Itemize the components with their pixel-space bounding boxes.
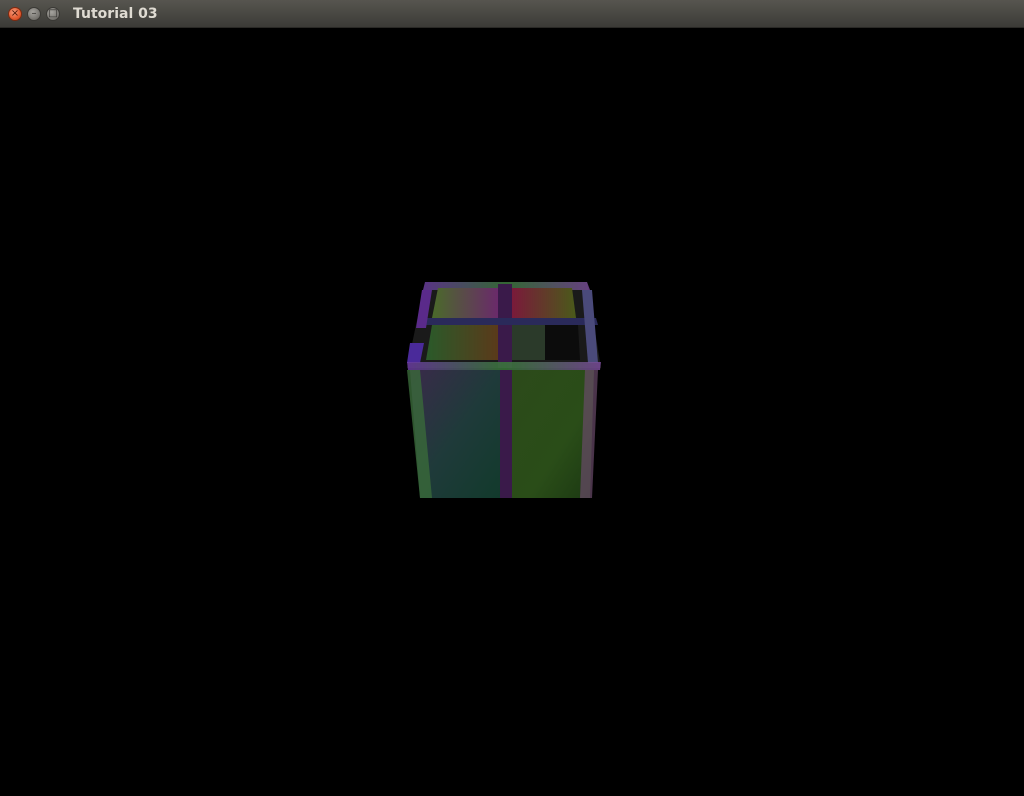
close-button[interactable]: ×	[8, 7, 22, 21]
title-bar[interactable]: × – □ Tutorial 03	[0, 0, 1024, 28]
cube-icon	[407, 282, 601, 498]
minimize-icon: –	[31, 8, 37, 19]
window-title: Tutorial 03	[73, 6, 158, 22]
maximize-icon: □	[48, 8, 58, 19]
render-canvas	[407, 282, 601, 498]
render-viewport[interactable]	[0, 28, 1024, 796]
app-window: × – □ Tutorial 03	[0, 0, 1024, 796]
close-icon: ×	[10, 8, 20, 19]
maximize-button[interactable]: □	[46, 7, 60, 21]
minimize-button[interactable]: –	[27, 7, 41, 21]
